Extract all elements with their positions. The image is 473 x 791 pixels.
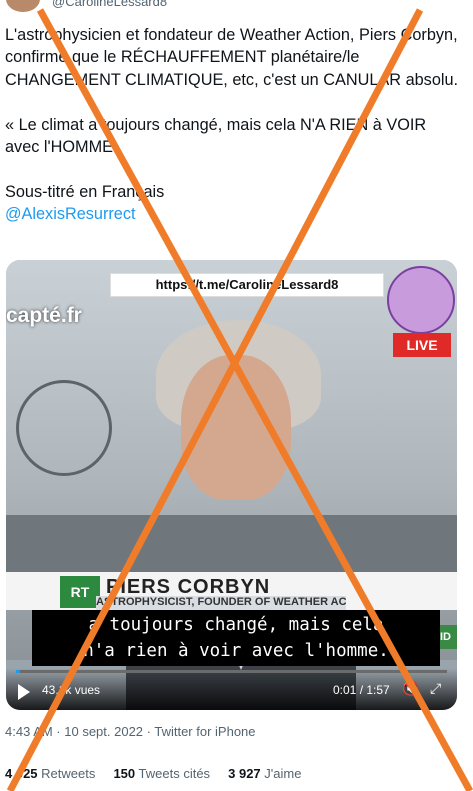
fullscreen-icon[interactable]: ⤢ (430, 680, 441, 697)
quotes-stat[interactable]: 150 Tweets cités (113, 766, 210, 781)
lower-third-title: ASTROPHYSICIST, FOUNDER OF WEATHER ACTIO… (96, 596, 346, 610)
tweet-paragraph-1: L'astrophysicien et fondateur de Weather… (5, 26, 463, 89)
tweet-stats: 4 025 Retweets 150 Tweets cités 3 927 J'… (5, 766, 301, 781)
tweet-header: @CarolineLessard8 (0, 0, 473, 14)
channel-avatar (387, 266, 455, 334)
progress-bar[interactable] (16, 670, 447, 673)
tweet-paragraph-3: Sous-titré en Français (5, 182, 165, 201)
likes-stat[interactable]: 3 927 J'aime (228, 766, 301, 781)
view-count: 43,1k vues (42, 683, 101, 697)
tweet-text: L'astrophysicien et fondateur de Weather… (5, 24, 465, 226)
author-handle[interactable]: @CarolineLessard8 (52, 0, 167, 9)
retweets-stat[interactable]: 4 025 Retweets (5, 766, 95, 781)
video-player[interactable]: https://t.me/CarolineLessard8 capté.fr L… (6, 260, 457, 710)
mention-link[interactable]: @AlexisResurrect (5, 205, 136, 223)
watermark: capté.fr (6, 304, 82, 327)
author-avatar[interactable] (6, 0, 40, 12)
tweet-paragraph-2: « Le climat a toujours changé, mais cela… (5, 115, 431, 157)
live-badge: LIVE (393, 333, 451, 357)
subtitle-line-2: n'a rien à voir avec l'homme. (83, 641, 389, 661)
subtitles: a toujours changé, mais cela n'a rien à … (32, 610, 440, 666)
subtitle-line-1: a toujours changé, mais cela (88, 615, 384, 635)
ferris-wheel (16, 380, 112, 476)
rt-logo: RT (60, 576, 100, 608)
play-icon[interactable] (18, 684, 30, 700)
progress-fill (16, 670, 21, 673)
url-banner: https://t.me/CarolineLessard8 (110, 273, 384, 297)
volume-icon[interactable]: 🔇 (402, 680, 419, 697)
person-face (181, 355, 291, 500)
playback-time: 0:01 / 1:57 (333, 683, 390, 697)
tweet-timestamp[interactable]: 4:43 AM · 10 sept. 2022 · Twitter for iP… (5, 724, 256, 739)
